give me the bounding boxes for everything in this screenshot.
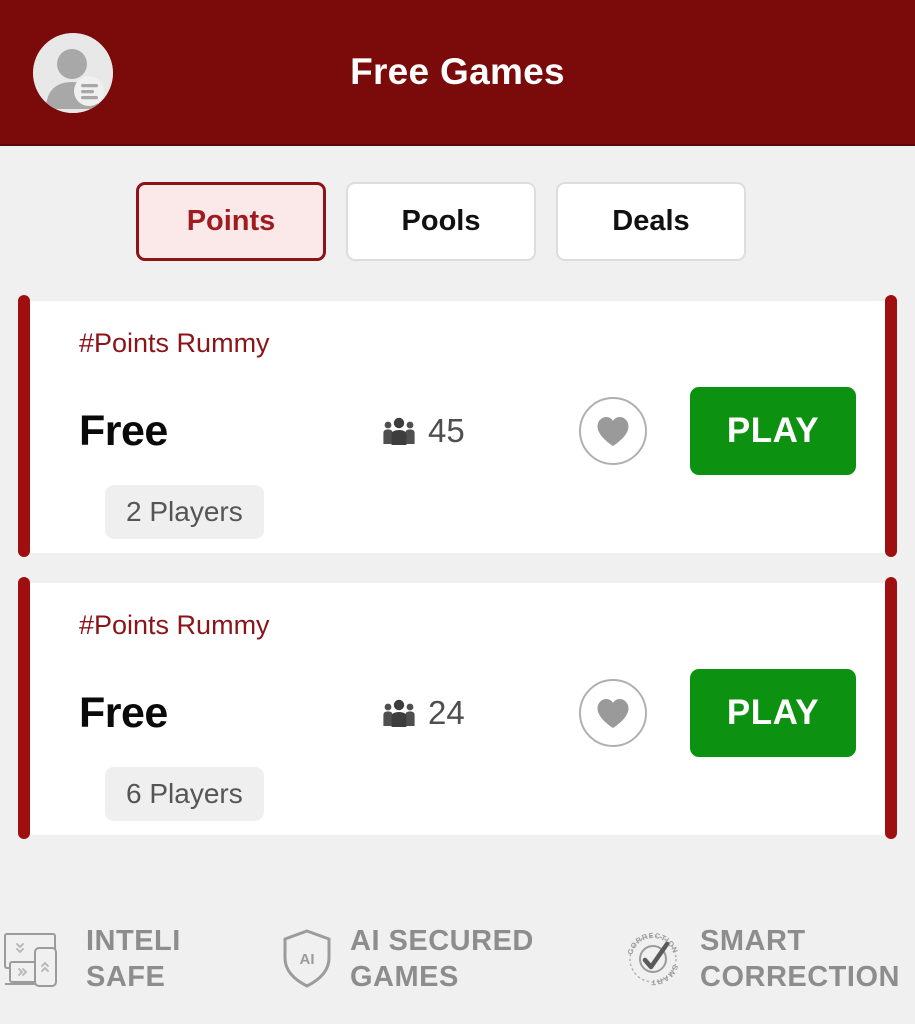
group-of-people-icon (383, 699, 415, 727)
badge-label: AI SECURED GAMES (350, 924, 534, 993)
table-row[interactable]: #Points Rummy Free 45 PLAY 2 Players (18, 295, 897, 557)
app-header: Free Games (0, 0, 915, 146)
players-online: 45 (382, 412, 465, 450)
play-button[interactable]: PLAY (690, 669, 856, 757)
badge-ai-secured-games: AI AI SECURED GAMES (280, 923, 534, 996)
shield-ai-icon: AI (283, 929, 331, 988)
heart-icon[interactable] (579, 679, 647, 747)
status-badge: 2 Players (105, 485, 264, 539)
table-row[interactable]: #Points Rummy Free 24 PLAY 6 Players (18, 577, 897, 839)
game-mode-tabs: Points Pools Deals (0, 146, 915, 261)
user-avatar-icon[interactable] (33, 33, 113, 113)
smart-correction-icon: CORRECTION SMART (626, 931, 681, 988)
play-button[interactable]: PLAY (690, 387, 856, 475)
svg-text:AI: AI (300, 951, 315, 968)
status-badge: 6 Players (105, 767, 264, 821)
trust-badges-footer: INTELI SAFE AI AI SECURED GAMES CORRECTI… (0, 894, 915, 1024)
badge-label: INTELI SAFE (86, 924, 181, 993)
entry-fee-label: Free (79, 688, 168, 737)
heart-icon[interactable] (579, 397, 647, 465)
page-title: Free Games (350, 51, 565, 92)
badge-inteli-safe: INTELI SAFE (2, 923, 181, 996)
svg-text:SMART: SMART (651, 964, 680, 988)
badge-label: SMART CORRECTION (700, 924, 900, 993)
tab-points[interactable]: Points (136, 182, 326, 261)
tab-deals[interactable]: Deals (556, 182, 746, 261)
game-list: #Points Rummy Free 45 PLAY 2 Players #Po… (0, 295, 915, 839)
game-tag-label: #Points Rummy (79, 610, 270, 640)
players-online: 24 (382, 694, 465, 732)
players-online-count: 45 (428, 412, 465, 449)
badge-smart-correction: CORRECTION SMART SMART CORRECTION (622, 923, 900, 996)
devices-icon (4, 933, 57, 987)
tab-pools[interactable]: Pools (346, 182, 536, 261)
entry-fee-label: Free (79, 406, 168, 455)
game-tag-label: #Points Rummy (79, 328, 270, 358)
svg-text:CORRECTION: CORRECTION (626, 931, 681, 956)
players-online-count: 24 (428, 694, 465, 731)
group-of-people-icon (383, 417, 415, 445)
